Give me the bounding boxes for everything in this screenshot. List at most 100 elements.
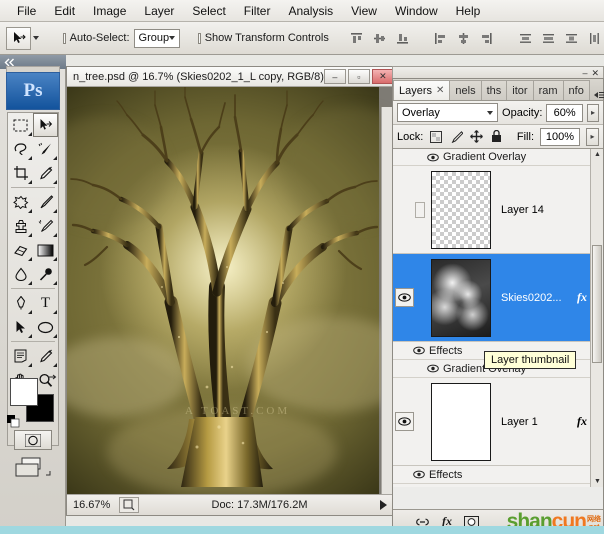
tool-preset-chevron-icon[interactable] [33, 36, 39, 40]
move-tool[interactable] [33, 113, 58, 137]
collapse-panel-icon[interactable]: – [582, 68, 587, 78]
close-panel-icon[interactable]: ✕ [591, 68, 599, 79]
clone-stamp-tool[interactable] [8, 214, 33, 238]
align-horizontal-centers-button[interactable] [454, 28, 474, 48]
eye-icon[interactable] [409, 470, 429, 479]
maximize-button[interactable]: ▫ [348, 69, 370, 84]
layer-thumbnail[interactable] [431, 171, 491, 249]
brush-tool[interactable] [33, 190, 58, 214]
lasso-tool[interactable] [8, 137, 33, 161]
eye-icon[interactable] [395, 288, 414, 307]
layer-name[interactable]: Skies0202... [491, 292, 571, 304]
ellipse-shape-tool[interactable] [33, 315, 58, 339]
eye-icon[interactable] [409, 346, 429, 355]
layer-effects-group-row[interactable]: Effects [393, 466, 603, 484]
type-tool[interactable]: T [33, 291, 58, 315]
tab-channels[interactable]: nels [449, 80, 481, 100]
layer-name[interactable]: Layer 1 [491, 416, 571, 428]
menu-item-view[interactable]: View [342, 2, 386, 20]
table-row[interactable]: Skies0202... fx ▲ [393, 254, 603, 342]
quick-selection-tool[interactable] [33, 137, 58, 161]
eye-icon[interactable] [423, 153, 443, 162]
auto-select-dropdown[interactable]: Group [134, 29, 181, 48]
tool-preset-picker[interactable] [6, 27, 39, 50]
show-transform-controls-checkbox[interactable] [198, 33, 201, 44]
table-row[interactable]: Layer 1 fx ▲ [393, 378, 603, 466]
tab-paths[interactable]: ths [481, 80, 508, 100]
scroll-down-icon[interactable]: ▼ [593, 477, 602, 486]
distribute-vertical-centers-button[interactable] [538, 28, 558, 48]
play-arrow-icon[interactable] [380, 500, 387, 510]
layer-effect-row-partial[interactable]: Gradient Overlay [393, 149, 603, 166]
menu-item-window[interactable]: Window [386, 2, 447, 20]
tab-histogram[interactable]: ram [533, 80, 564, 100]
canvas-area[interactable]: A TOAST.COM [67, 87, 395, 495]
menu-item-help[interactable]: Help [447, 2, 490, 20]
layer-thumbnail[interactable] [431, 259, 491, 337]
opacity-stepper[interactable]: ▸ [587, 104, 599, 122]
layer-visibility-toggle[interactable] [393, 288, 415, 307]
move-tool-icon[interactable] [6, 27, 31, 50]
close-icon[interactable]: ✕ [436, 85, 444, 96]
layer-link-indicator[interactable] [415, 378, 431, 465]
zoom-level[interactable]: 16.67% [67, 499, 119, 511]
menu-item-file[interactable]: File [8, 2, 45, 20]
lock-position-icon[interactable] [469, 130, 483, 144]
distribute-top-edges-button[interactable] [515, 28, 535, 48]
foreground-color-swatch[interactable] [10, 378, 38, 406]
close-button[interactable]: ✕ [372, 69, 394, 84]
gradient-tool[interactable] [33, 238, 58, 262]
fill-stepper[interactable]: ▸ [586, 128, 599, 146]
tab-info[interactable]: nfo [563, 80, 590, 100]
eye-icon[interactable] [423, 364, 443, 373]
layer-list-scrollbar[interactable]: ▲ ▼ [590, 149, 603, 487]
preview-thumb-icon[interactable] [119, 497, 139, 513]
lock-image-pixels-icon[interactable] [449, 130, 463, 144]
fill-input[interactable]: 100% [540, 128, 580, 146]
layer-link-indicator[interactable] [415, 254, 431, 341]
eraser-tool[interactable] [8, 238, 33, 262]
layer-name[interactable]: Layer 14 [491, 204, 603, 216]
panel-menu-icon[interactable] [589, 90, 604, 100]
dodge-tool[interactable] [33, 262, 58, 286]
scroll-up-icon[interactable]: ▲ [593, 150, 602, 159]
path-selection-tool[interactable] [8, 315, 33, 339]
align-right-edges-button[interactable] [477, 28, 497, 48]
auto-select-checkbox[interactable] [63, 33, 66, 44]
menu-item-edit[interactable]: Edit [45, 2, 84, 20]
marquee-tool[interactable] [8, 113, 33, 137]
menu-item-image[interactable]: Image [84, 2, 135, 20]
crop-tool[interactable] [8, 161, 33, 185]
tab-layers[interactable]: Layers ✕ [393, 80, 450, 100]
menu-item-layer[interactable]: Layer [135, 2, 183, 20]
notes-tool[interactable] [8, 344, 33, 368]
distribute-bottom-edges-button[interactable] [561, 28, 581, 48]
align-bottom-edges-button[interactable] [393, 28, 413, 48]
align-top-edges-button[interactable] [347, 28, 367, 48]
eyedropper-tool[interactable] [33, 161, 58, 185]
tab-navigator[interactable]: itor [506, 80, 533, 100]
history-brush-tool[interactable] [33, 214, 58, 238]
scrollbar-thumb[interactable] [592, 245, 602, 363]
minimize-button[interactable]: – [324, 69, 346, 84]
blur-tool[interactable] [8, 262, 33, 286]
swap-colors-icon[interactable] [47, 374, 58, 388]
pen-tool[interactable] [8, 291, 33, 315]
menu-item-analysis[interactable]: Analysis [279, 2, 342, 20]
quick-mask-icon[interactable] [14, 430, 52, 450]
document-title-bar[interactable]: n_tree.psd @ 16.7% (Skies0202_1_L copy, … [67, 67, 395, 87]
align-vertical-centers-button[interactable] [370, 28, 390, 48]
eyedropper-alt-tool[interactable] [33, 344, 58, 368]
default-colors-icon[interactable] [7, 415, 20, 428]
healing-brush-tool[interactable] [8, 190, 33, 214]
lock-all-icon[interactable] [489, 130, 503, 144]
blend-mode-dropdown[interactable]: Overlay [397, 103, 498, 122]
align-left-edges-button[interactable] [431, 28, 451, 48]
menu-item-filter[interactable]: Filter [235, 2, 280, 20]
link-layers-icon[interactable] [415, 517, 430, 527]
eye-icon[interactable] [395, 412, 414, 431]
lock-transparent-pixels-icon[interactable] [429, 130, 443, 144]
layer-list[interactable]: Gradient Overlay Layer 14 [393, 149, 603, 487]
distribute-left-edges-button[interactable] [584, 28, 604, 48]
layer-effect-row[interactable]: Gradient Overlay [393, 484, 603, 487]
